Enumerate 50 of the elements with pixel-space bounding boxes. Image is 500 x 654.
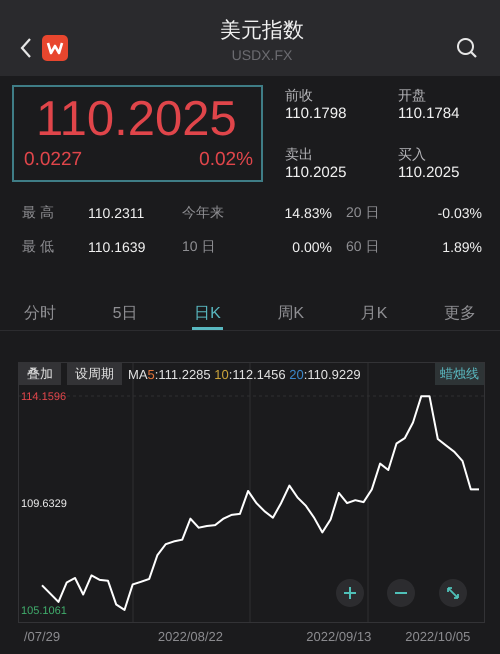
field-value: 110.1798: [285, 105, 348, 122]
search-icon[interactable]: [456, 37, 478, 59]
axis-label: 114.1596: [21, 391, 66, 403]
stat-label: 20 日: [345, 204, 380, 222]
date-label: /07/29: [24, 629, 60, 644]
page-title: 美元指数: [220, 18, 304, 44]
symbol-code: USDX.FX: [232, 46, 292, 62]
field-label: 前收: [285, 87, 314, 105]
field-label: 卖出: [285, 146, 314, 164]
back-icon[interactable]: [20, 37, 32, 59]
field-label: 开盘: [398, 87, 427, 105]
chart-tab[interactable]: 5日: [110, 293, 140, 330]
chart-option-button[interactable]: 设周期: [67, 363, 122, 385]
last-price: 110.2025: [35, 91, 237, 147]
fullscreen-button[interactable]: [439, 579, 467, 607]
field-value: 110.1784: [398, 105, 460, 122]
axis-label: 109.6329: [21, 498, 67, 510]
date-label: 2022/09/13: [306, 629, 372, 644]
stat-label: 60 日: [345, 238, 380, 256]
stat-label: 最 低: [22, 238, 55, 256]
stat-label: 最 高: [22, 204, 55, 222]
stat-value: 1.89%: [441, 239, 482, 255]
chart-tab[interactable]: 周K: [275, 293, 306, 330]
chart-tab[interactable]: 日K: [192, 293, 223, 330]
zoom-in-button[interactable]: [336, 579, 364, 607]
moving-average-text: MA5:111.2285 10:112.1456 20:110.9229: [128, 366, 361, 382]
expand-icon: [446, 586, 460, 600]
axis-label: 105.1061: [21, 605, 67, 617]
stat-label: 10 日: [182, 238, 216, 256]
chart-tab[interactable]: 更多: [442, 293, 478, 330]
app-logo-icon: [42, 35, 68, 61]
stat-value: 110.1639: [88, 239, 146, 255]
field-value: 110.2025: [398, 164, 460, 180]
field-value: 110.2025: [285, 164, 348, 180]
date-label: 2022/08/22: [158, 629, 223, 644]
chart-option-button[interactable]: 叠加: [19, 363, 61, 385]
stat-value: -0.03%: [436, 205, 482, 221]
stat-value: 0.00%: [291, 239, 332, 255]
percent-change: 0.02%: [199, 149, 253, 171]
chart-type-button[interactable]: 蜡烛线: [435, 363, 484, 385]
chart-tab[interactable]: 分时: [22, 293, 58, 330]
zoom-out-button[interactable]: [387, 579, 415, 607]
date-label: 2022/10/05: [405, 629, 470, 644]
price-change: 0.0227: [24, 149, 82, 171]
stat-value: 14.83%: [284, 205, 332, 221]
field-label: 买入: [398, 146, 427, 164]
stat-value: 110.2311: [88, 205, 146, 221]
stat-label: 今年来: [182, 204, 225, 222]
plus-icon: [343, 586, 357, 600]
chart-tab[interactable]: 月K: [358, 293, 390, 330]
